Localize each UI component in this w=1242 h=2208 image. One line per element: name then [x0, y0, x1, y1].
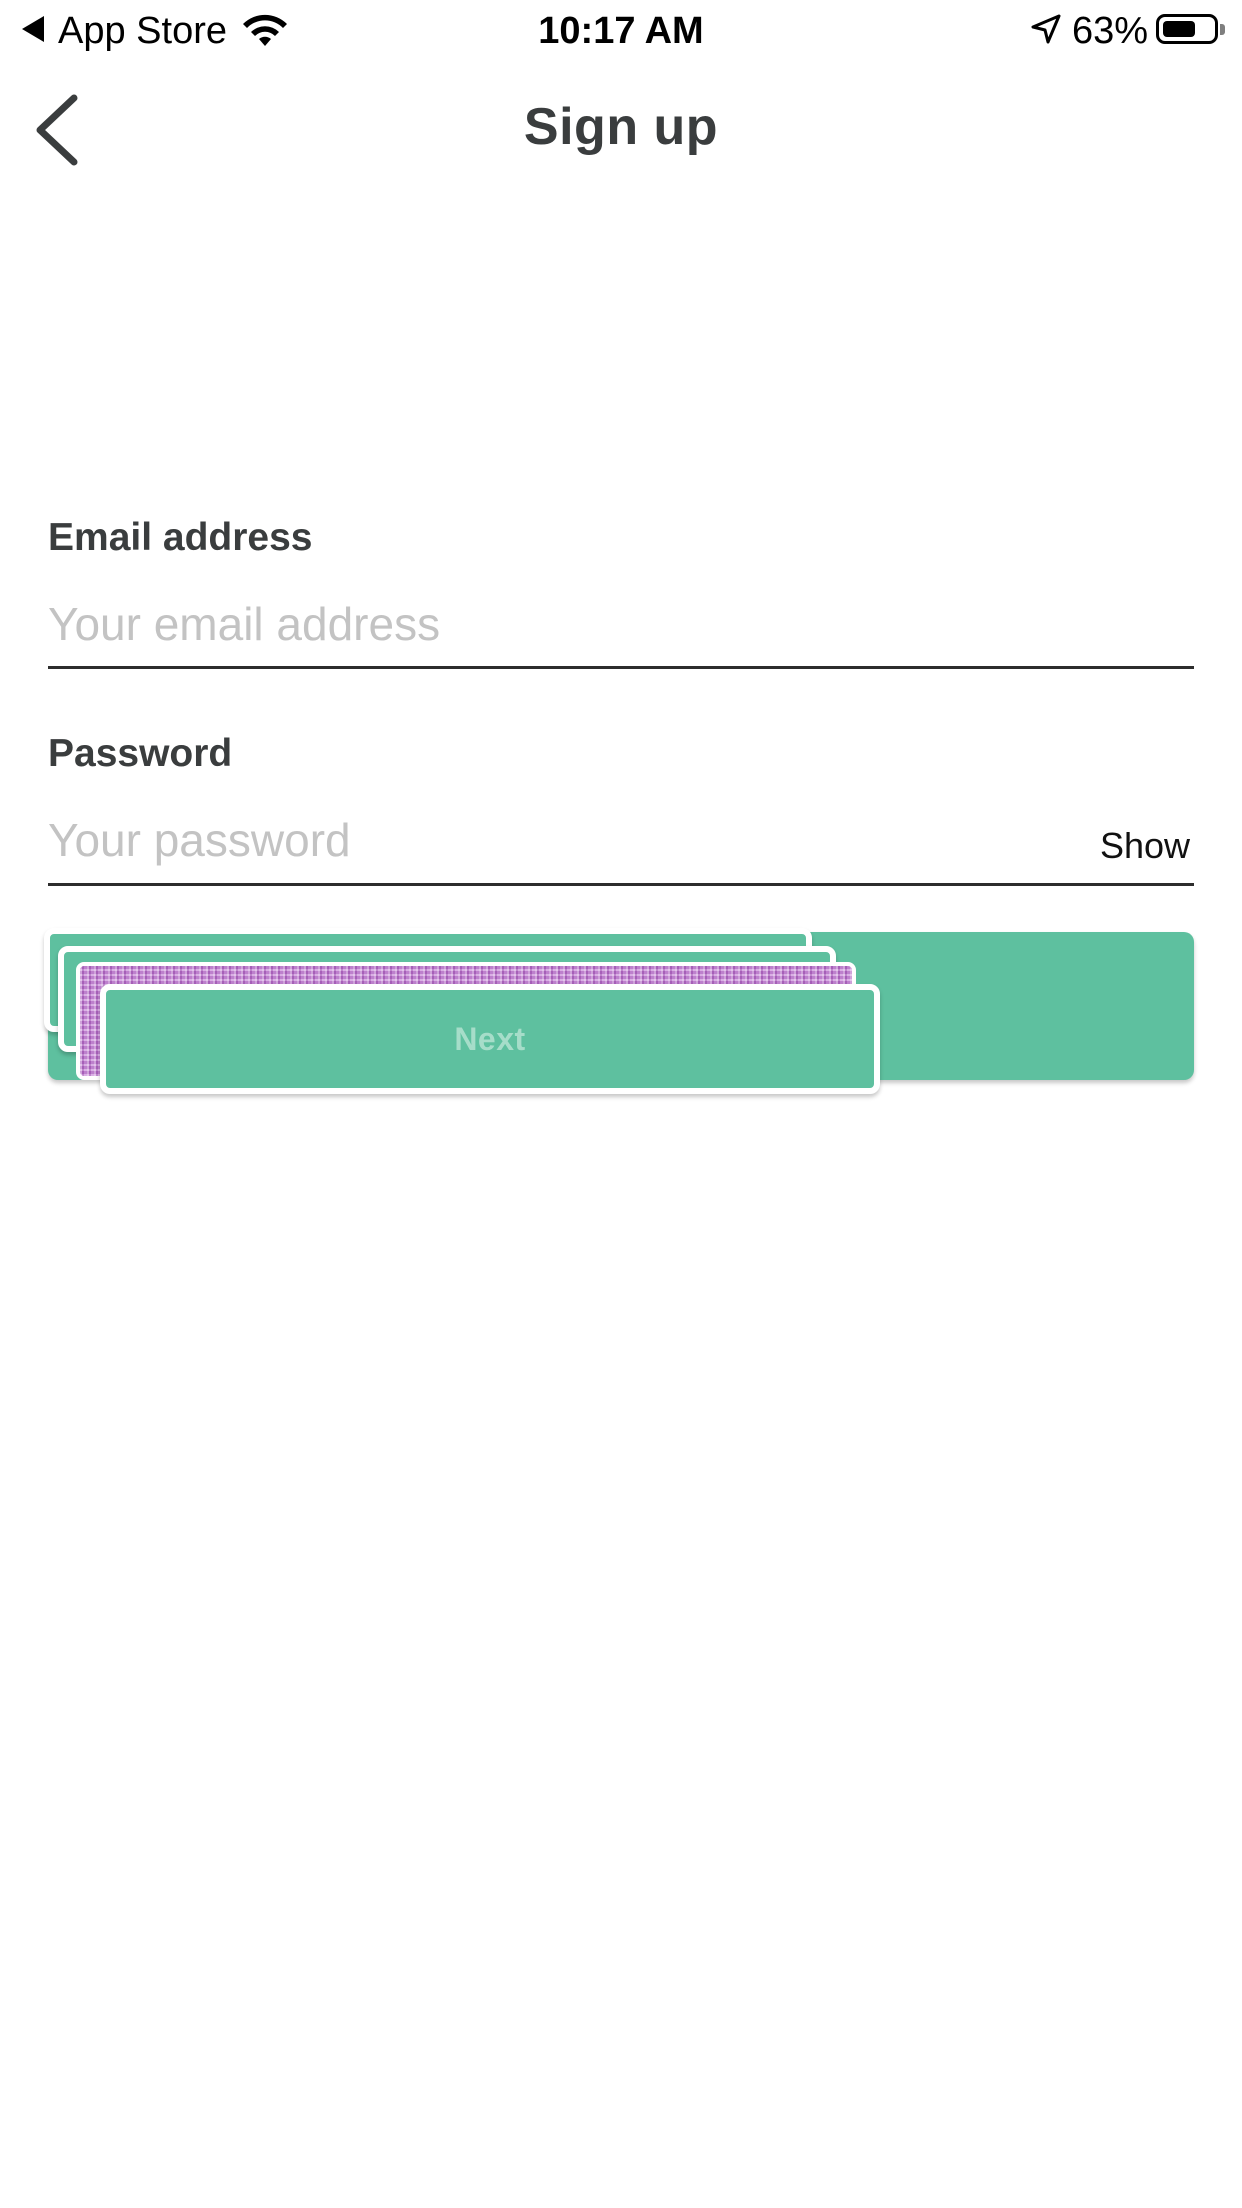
signup-screen: App Store 10:17 AM 63% Sign up Email add… [0, 0, 1242, 2208]
battery-icon [1156, 14, 1218, 44]
page-title: Sign up [523, 98, 719, 156]
next-button[interactable]: Next [100, 984, 880, 1094]
battery-fill [1163, 21, 1195, 37]
battery-nub [1220, 24, 1225, 35]
next-button-label: Next [454, 1020, 526, 1057]
status-bar: App Store 10:17 AM 63% [0, 0, 1242, 62]
password-label: Password [48, 732, 233, 775]
location-arrow-icon [1031, 14, 1061, 44]
password-field[interactable] [48, 804, 1078, 876]
password-underline [48, 883, 1194, 886]
email-underline [48, 666, 1194, 669]
show-password-toggle[interactable]: Show [1100, 822, 1190, 870]
email-label: Email address [48, 516, 313, 559]
battery-percent: 63% [1072, 10, 1149, 52]
email-field[interactable] [48, 588, 1194, 660]
